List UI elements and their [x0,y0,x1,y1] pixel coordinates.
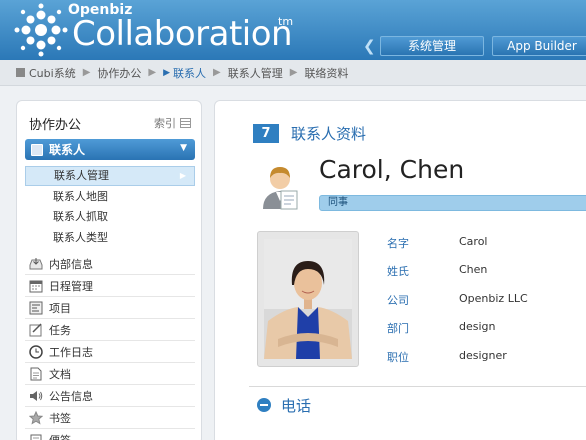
breadcrumb-item-active[interactable]: 联系人 [163,65,206,81]
sidebar-item-tasks[interactable]: 任务 [25,320,195,341]
sidebar-item-announcements[interactable]: 公告信息 [25,386,195,407]
home-icon [16,68,25,77]
sidebar-item-calendar[interactable]: 日程管理 [25,276,195,297]
sidebar-item-messages[interactable]: 内部信息 [25,254,195,275]
contact-type-tag: 同事 [319,195,586,211]
openbiz-flower-logo [14,3,68,57]
field-value-first-name: Carol [459,235,488,248]
breadcrumb-separator: ▶ [148,67,157,78]
list-icon [180,118,191,128]
contact-photo-frame [257,231,359,367]
section-title: 联系人资料 [291,125,367,143]
sidebar-item-bookmarks[interactable]: 书签 [25,408,195,429]
chevron-left-icon[interactable]: ❮ [363,37,376,55]
sidebar-title: 协作办公 [29,118,82,133]
sidebar-item-projects[interactable]: 项目 [25,298,195,319]
breadcrumb-separator: ▶ [213,67,221,78]
star-icon [29,411,43,425]
field-value-department: design [459,320,496,333]
contact-person-icon [263,167,298,210]
phone-section-title: 电话 [281,397,312,415]
breadcrumb-item[interactable]: 协作办公 [97,65,141,81]
contact-detail-panel: 7 联系人资料 Carol, Chen 同事 名字 Carol 姓氏 Chen … [214,100,586,440]
breadcrumb-item[interactable]: 联络资料 [304,65,348,81]
chevron-right-icon: ▶ [179,171,186,180]
field-label-department: 部门 [387,322,409,335]
sidebar-item-worklog[interactable]: 工作日志 [25,342,195,363]
clock-icon [29,345,43,359]
sidebar-item-notes[interactable]: 便签 [25,430,195,440]
field-value-company: Openbiz LLC [459,292,528,305]
contact-name: Carol, Chen [319,155,465,184]
contact-card-icon [31,143,43,156]
section-divider [249,386,586,387]
field-value-last-name: Chen [459,263,488,276]
contact-photo [264,239,352,359]
sidebar-subitem-contact-manage[interactable]: 联系人管理 ▶ [25,166,195,186]
category-label: 联系人 [49,143,86,157]
app-builder-button[interactable]: App Builder [492,36,586,56]
index-label: 索引 [154,117,176,130]
field-label-position: 职位 [387,351,409,364]
project-icon [29,301,43,315]
breadcrumb-home[interactable]: Cubi系统 [16,65,76,81]
sidebar-subitem-contact-map[interactable]: 联系人地图 [25,187,195,207]
field-label-first-name: 名字 [387,237,409,250]
field-value-position: designer [459,349,507,362]
index-toggle[interactable]: 索引 [154,115,191,131]
sidebar-subitem-contact-type[interactable]: 联系人类型 [25,228,195,248]
collapse-icon[interactable] [257,398,271,412]
system-admin-button[interactable]: 系统管理 [380,36,484,56]
document-icon [30,367,42,381]
breadcrumb-item[interactable]: 联系人管理 [228,65,283,81]
sidebar-item-documents[interactable]: 文档 [25,364,195,385]
breadcrumb: Cubi系统 ▶ 协作办公 ▶ 联系人 ▶ 联系人管理 ▶ 联络资料 [0,60,586,86]
breadcrumb-separator: ▶ [82,67,91,78]
chevron-down-icon: ▼ [180,143,187,153]
field-label-company: 公司 [387,294,409,307]
breadcrumb-separator: ▶ [289,67,298,78]
inbox-icon [29,258,43,270]
sidebar-category-contacts[interactable]: 联系人 ▼ [25,139,195,160]
section-number-badge: 7 [253,124,279,143]
speaker-icon [30,391,43,401]
sidebar-subitem-contact-fetch[interactable]: 联系人抓取 [25,207,195,227]
brand-title: Collaboration [72,14,293,54]
calendar-icon [29,280,43,293]
brand-tm: tm [278,15,294,28]
task-icon [29,323,42,337]
sidebar: 协作办公 索引 联系人 ▼ 联系人管理 ▶ 联系人地图 联系人抓取 联系人类型 … [16,100,202,440]
field-label-last-name: 姓氏 [387,265,409,278]
note-icon [30,434,42,440]
app-header: Openbiz Collaboration tm ❮ 系统管理 App Buil… [0,0,586,60]
